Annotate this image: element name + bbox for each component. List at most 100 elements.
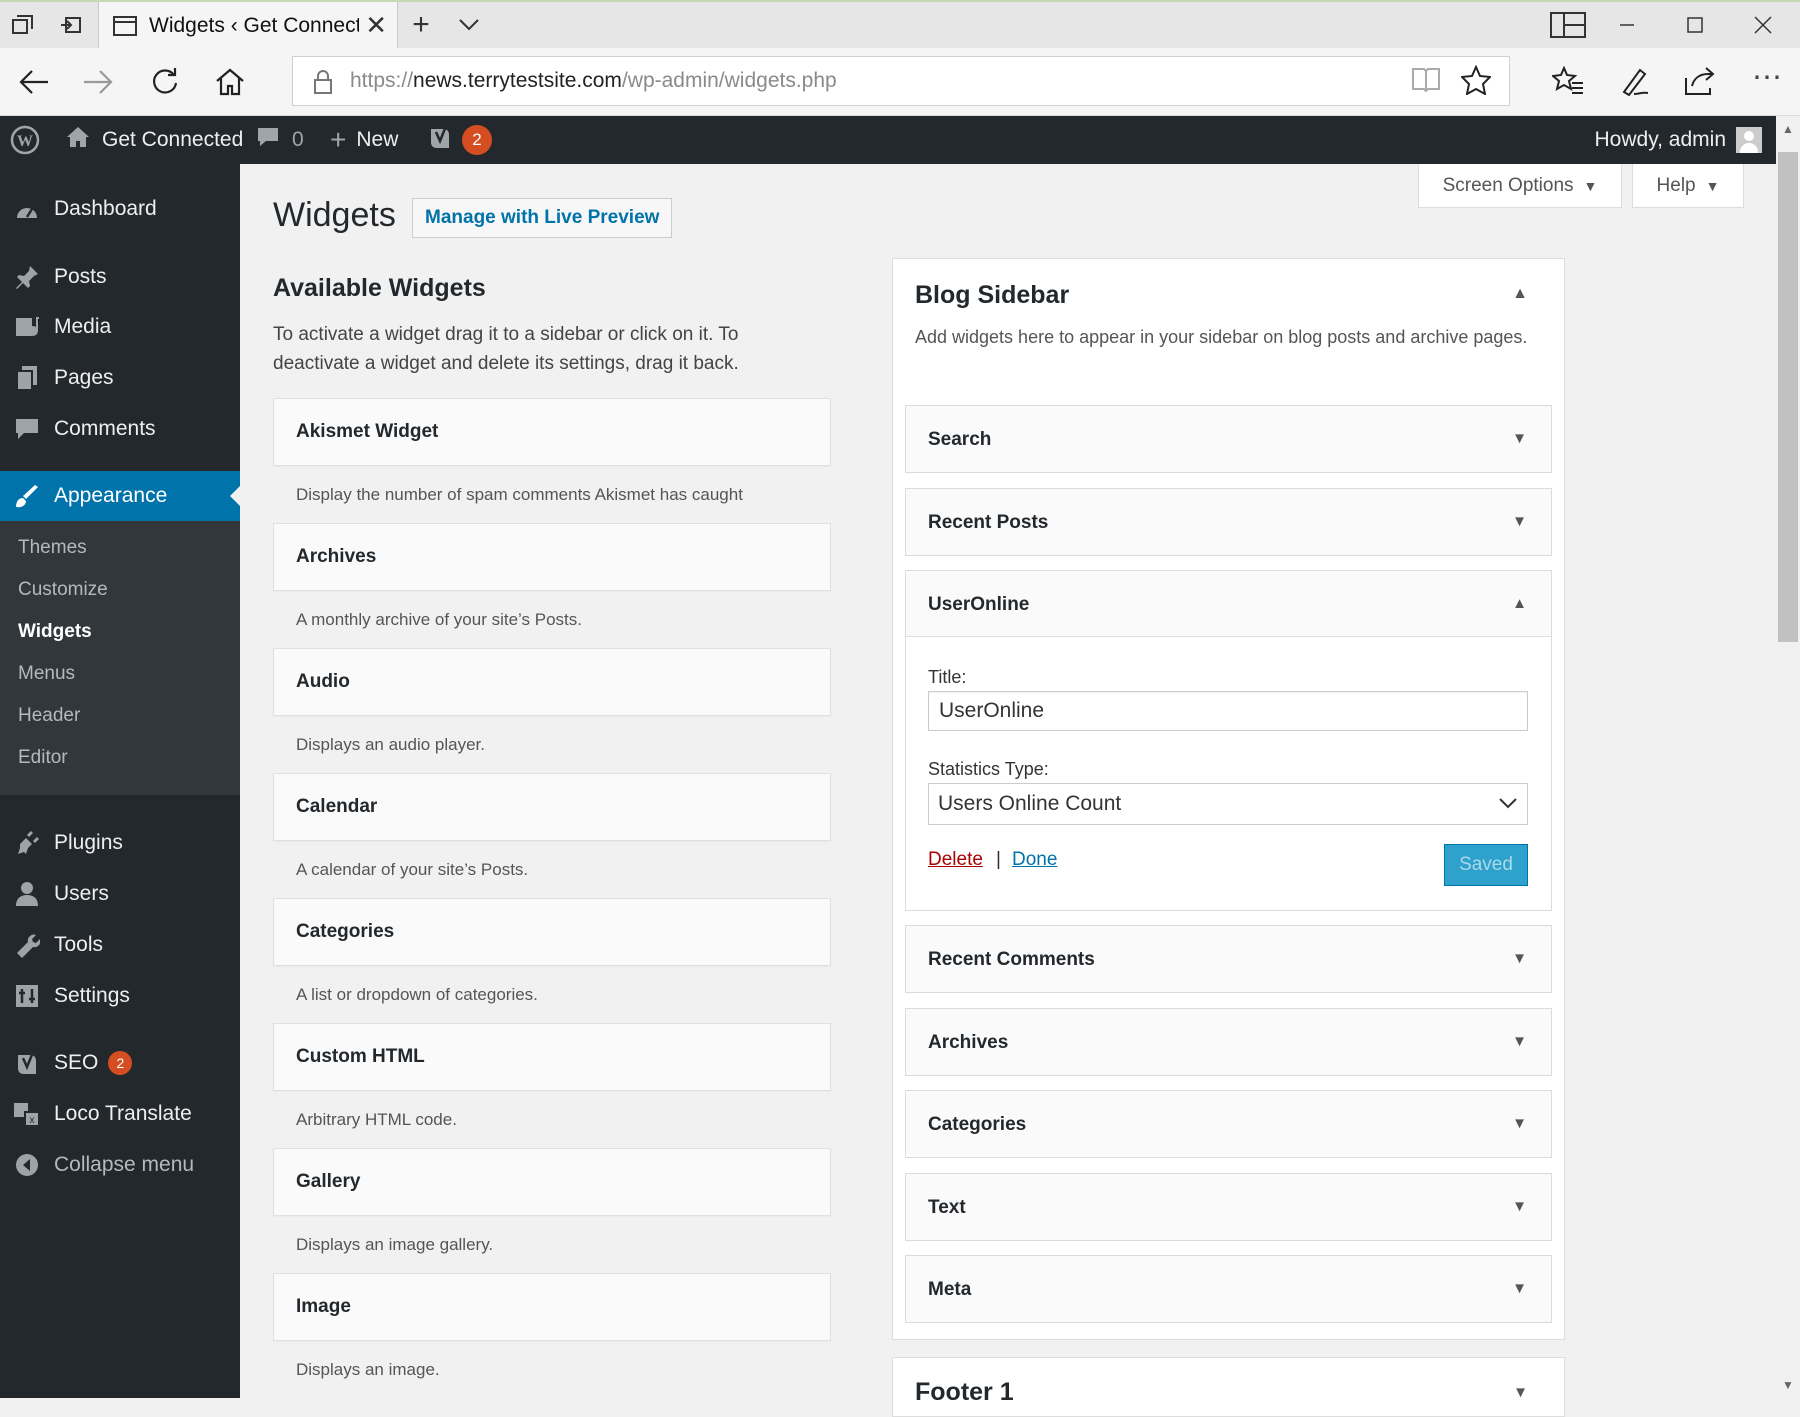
- back-icon[interactable]: [14, 62, 54, 102]
- expand-arrow-icon[interactable]: ▼: [1512, 513, 1527, 530]
- widget-calendar[interactable]: Calendar: [273, 773, 831, 841]
- sidebar-item-posts[interactable]: Posts: [0, 252, 240, 302]
- sidebar-widget-archives[interactable]: Archives ▼: [905, 1008, 1552, 1076]
- expand-arrow-icon[interactable]: ▼: [1512, 1115, 1527, 1132]
- admin-bar-site[interactable]: Get Connected: [66, 116, 243, 164]
- settings-icon: [0, 983, 54, 1009]
- sidebar-item-media[interactable]: Media: [0, 302, 240, 352]
- collapse-arrow-icon[interactable]: ▲: [1512, 285, 1528, 303]
- sidebar-item-dashboard[interactable]: Dashboard: [0, 184, 240, 234]
- minimize-icon[interactable]: [1614, 12, 1640, 38]
- sidebar-item-users[interactable]: Users: [0, 869, 240, 919]
- widget-description: Displays an image gallery.: [296, 1235, 494, 1254]
- footer-1-panel[interactable]: Footer 1 ▼: [892, 1357, 1565, 1417]
- help-button[interactable]: Help ▼: [1632, 164, 1744, 208]
- widget-categories[interactable]: Categories: [273, 898, 831, 966]
- widget-akismet[interactable]: Akismet Widget: [273, 398, 831, 466]
- wrench-icon: [0, 932, 54, 958]
- screen-options-button[interactable]: Screen Options ▼: [1418, 164, 1622, 208]
- widget-header[interactable]: UserOnline ▲: [906, 571, 1551, 637]
- sidebar-item-loco-translate[interactable]: x Loco Translate: [0, 1089, 240, 1139]
- url-text: https://news.terrytestsite.com/wp-admin/…: [350, 69, 837, 92]
- layout-icon[interactable]: [1548, 12, 1588, 38]
- admin-bar-comments[interactable]: 0: [256, 116, 304, 164]
- page-title: Widgets: [273, 196, 396, 234]
- sidebar-widget-text[interactable]: Text ▼: [905, 1173, 1552, 1241]
- new-label: New: [356, 128, 399, 151]
- tab-manager-icon[interactable]: [10, 12, 36, 38]
- sidebar-item-plugins[interactable]: Plugins: [0, 818, 240, 868]
- submenu-widgets[interactable]: Widgets: [18, 621, 92, 643]
- close-icon[interactable]: ✕: [365, 10, 387, 41]
- forward-icon[interactable]: [78, 62, 118, 102]
- statistics-type-select[interactable]: Users Online Count: [928, 783, 1528, 825]
- scroll-down-icon[interactable]: ▼: [1782, 1378, 1794, 1392]
- expand-arrow-icon[interactable]: ▼: [1512, 1198, 1527, 1215]
- submenu-header[interactable]: Header: [18, 705, 80, 727]
- title-input[interactable]: UserOnline: [928, 691, 1528, 731]
- submenu-menus[interactable]: Menus: [18, 663, 75, 685]
- expand-arrow-icon[interactable]: ▼: [1512, 1033, 1527, 1050]
- blog-sidebar-title[interactable]: Blog Sidebar: [915, 281, 1069, 310]
- saved-button[interactable]: Saved: [1444, 844, 1528, 886]
- submenu-themes[interactable]: Themes: [18, 537, 87, 559]
- done-link[interactable]: Done: [1012, 849, 1057, 871]
- delete-link[interactable]: Delete: [928, 849, 983, 871]
- collapse-menu-button[interactable]: Collapse menu: [0, 1140, 240, 1190]
- expand-arrow-icon[interactable]: ▼: [1512, 1280, 1527, 1297]
- sidebar-widget-search[interactable]: Search ▼: [905, 405, 1552, 473]
- share-icon[interactable]: [1684, 66, 1716, 103]
- sidebar-widget-recent-posts[interactable]: Recent Posts ▼: [905, 488, 1552, 556]
- set-aside-icon[interactable]: [58, 12, 84, 38]
- sidebar-item-appearance[interactable]: Appearance: [0, 471, 240, 521]
- plus-icon: +: [330, 124, 347, 155]
- reading-view-icon[interactable]: [1411, 65, 1441, 100]
- admin-sidebar: Dashboard Posts Media Pages Comments App…: [0, 164, 240, 1398]
- submenu-customize[interactable]: Customize: [18, 579, 108, 601]
- expand-arrow-icon[interactable]: ▼: [1513, 1384, 1528, 1401]
- refresh-icon[interactable]: [145, 62, 185, 102]
- admin-bar-yoast[interactable]: 2: [428, 116, 492, 164]
- tab-title: Widgets ‹ Get Connected: [149, 14, 359, 37]
- sidebar-item-comments[interactable]: Comments: [0, 404, 240, 454]
- pen-icon[interactable]: [1620, 66, 1650, 103]
- scroll-thumb[interactable]: [1778, 152, 1798, 642]
- expand-arrow-icon[interactable]: ▼: [1512, 950, 1527, 967]
- submenu-editor[interactable]: Editor: [18, 747, 68, 769]
- plus-icon[interactable]: +: [408, 8, 434, 41]
- main-content: Screen Options ▼ Help ▼ Widgets Manage w…: [240, 164, 1776, 1417]
- sidebar-item-seo[interactable]: SEO 2: [0, 1038, 240, 1088]
- maximize-icon[interactable]: [1682, 12, 1708, 38]
- widget-custom-html[interactable]: Custom HTML: [273, 1023, 831, 1091]
- widget-gallery[interactable]: Gallery: [273, 1148, 831, 1216]
- widget-audio[interactable]: Audio: [273, 648, 831, 716]
- favorites-icon[interactable]: [1550, 65, 1584, 103]
- star-icon[interactable]: [1459, 64, 1493, 102]
- home-icon[interactable]: [210, 62, 250, 102]
- yoast-icon: [428, 124, 452, 156]
- sidebar-item-tools[interactable]: Tools: [0, 920, 240, 970]
- collapse-arrow-icon[interactable]: ▲: [1512, 595, 1527, 612]
- admin-bar-account[interactable]: Howdy, admin: [1595, 116, 1762, 164]
- sidebar-widget-categories[interactable]: Categories ▼: [905, 1090, 1552, 1158]
- scroll-up-icon[interactable]: ▲: [1782, 122, 1794, 136]
- manage-live-preview-button[interactable]: Manage with Live Preview: [412, 198, 673, 238]
- widget-archives[interactable]: Archives: [273, 523, 831, 591]
- sidebar-widget-recent-comments[interactable]: Recent Comments ▼: [905, 925, 1552, 993]
- browser-tab[interactable]: Widgets ‹ Get Connected ✕: [98, 2, 398, 50]
- admin-bar-new[interactable]: + New: [330, 116, 398, 164]
- expand-arrow-icon[interactable]: ▼: [1512, 430, 1527, 447]
- wordpress-logo-icon[interactable]: W: [10, 116, 40, 164]
- url-bar[interactable]: https://news.terrytestsite.com/wp-admin/…: [292, 56, 1510, 106]
- comment-icon: [0, 417, 54, 441]
- chevron-down-icon: [1499, 793, 1517, 816]
- sidebar-widget-meta[interactable]: Meta ▼: [905, 1255, 1552, 1323]
- more-icon[interactable]: ⋯: [1752, 60, 1782, 95]
- widget-image[interactable]: Image: [273, 1273, 831, 1341]
- svg-text:x: x: [30, 1115, 35, 1126]
- page-scrollbar[interactable]: ▲ ▼: [1776, 116, 1800, 1398]
- sidebar-item-pages[interactable]: Pages: [0, 353, 240, 403]
- close-window-icon[interactable]: [1750, 12, 1776, 38]
- chevron-down-icon[interactable]: [456, 12, 482, 38]
- sidebar-item-settings[interactable]: Settings: [0, 971, 240, 1021]
